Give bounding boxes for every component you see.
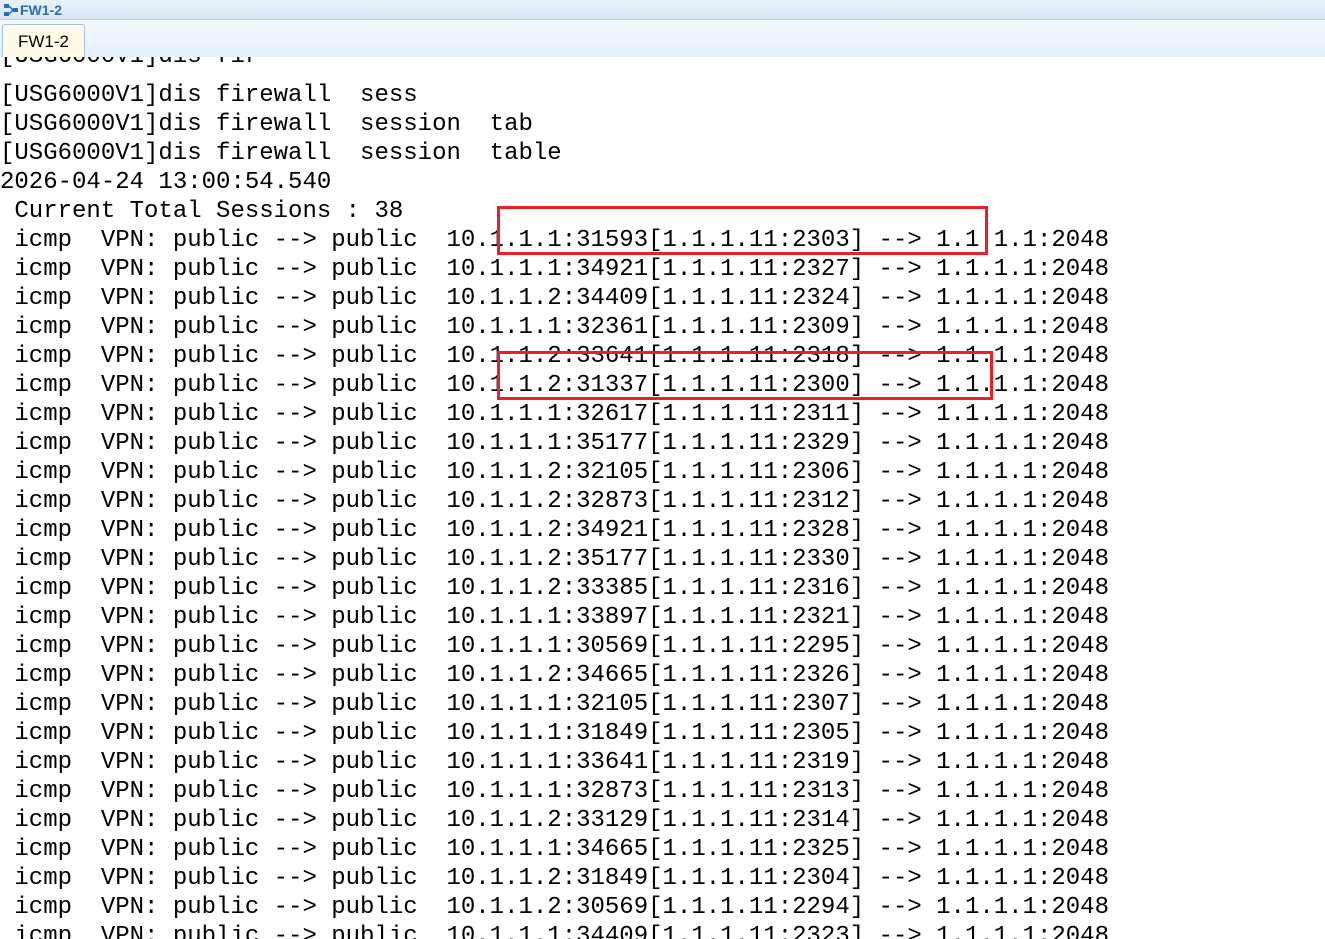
session-row: icmp VPN: public --> public 10.1.1.1:326… (0, 401, 1109, 428)
session-row: icmp VPN: public --> public 10.1.1.1:346… (0, 836, 1109, 863)
session-row: icmp VPN: public --> public 10.1.1.2:351… (0, 546, 1109, 573)
title-bar[interactable]: FW1-2 (0, 0, 1325, 20)
session-row: icmp VPN: public --> public 10.1.1.1:338… (0, 604, 1109, 631)
session-row: icmp VPN: public --> public 10.1.1.2:321… (0, 459, 1109, 486)
command-line: [USG6000V1]dis fir (0, 57, 259, 71)
session-row: icmp VPN: public --> public 10.1.1.2:333… (0, 575, 1109, 602)
session-row: icmp VPN: public --> public 10.1.1.1:328… (0, 778, 1109, 805)
session-count: Current Total Sessions : 38 (0, 198, 404, 225)
session-row: icmp VPN: public --> public 10.1.1.1:349… (0, 256, 1109, 283)
session-row: icmp VPN: public --> public 10.1.1.2:336… (0, 343, 1109, 370)
tab-bar: FW1-2 (0, 20, 1325, 60)
command-line: [USG6000V1]dis firewall sess (0, 82, 418, 109)
session-row: icmp VPN: public --> public 10.1.1.2:344… (0, 285, 1109, 312)
session-row: icmp VPN: public --> public 10.1.1.1:318… (0, 720, 1109, 747)
session-row: icmp VPN: public --> public 10.1.1.2:305… (0, 894, 1109, 921)
session-row: icmp VPN: public --> public 10.1.1.2:331… (0, 807, 1109, 834)
session-row: icmp VPN: public --> public 10.1.1.1:315… (0, 227, 1109, 254)
session-row: icmp VPN: public --> public 10.1.1.2:349… (0, 517, 1109, 544)
session-row: icmp VPN: public --> public 10.1.1.2:313… (0, 372, 1109, 399)
session-row: icmp VPN: public --> public 10.1.1.2:318… (0, 865, 1109, 892)
session-row: icmp VPN: public --> public 10.1.1.1:351… (0, 430, 1109, 457)
session-row: icmp VPN: public --> public 10.1.1.1:336… (0, 749, 1109, 776)
timestamp: 2026-04-24 13:00:54.540 (0, 169, 332, 196)
tab-fw1-2[interactable]: FW1-2 (2, 24, 85, 58)
session-row: icmp VPN: public --> public 10.1.1.1:344… (0, 923, 1109, 939)
session-row: icmp VPN: public --> public 10.1.1.1:305… (0, 633, 1109, 660)
terminal-window: FW1-2 FW1-2 [USG6000V1]dis fir [USG6000V… (0, 0, 1325, 939)
session-row: icmp VPN: public --> public 10.1.1.1:323… (0, 314, 1109, 341)
session-row: icmp VPN: public --> public 10.1.1.2:328… (0, 488, 1109, 515)
command-line: [USG6000V1]dis firewall session table (0, 140, 562, 167)
terminal-output[interactable]: [USG6000V1]dis fir [USG6000V1]dis firewa… (0, 57, 1325, 939)
window-title: FW1-2 (20, 2, 62, 18)
network-topology-icon (4, 4, 18, 16)
session-row: icmp VPN: public --> public 10.1.1.1:321… (0, 691, 1109, 718)
command-line: [USG6000V1]dis firewall session tab (0, 111, 533, 138)
session-row: icmp VPN: public --> public 10.1.1.2:346… (0, 662, 1109, 689)
